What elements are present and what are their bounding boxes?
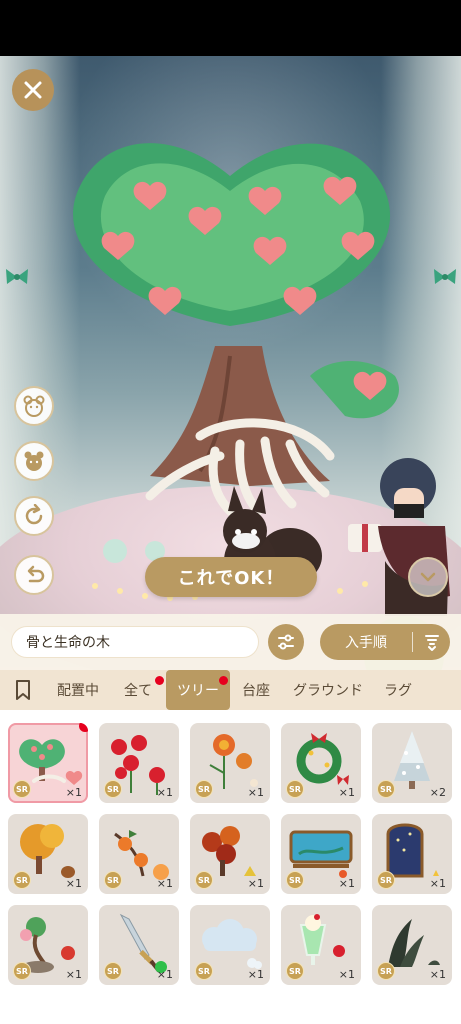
item-quantity: ×1 [247, 786, 264, 799]
tab-placed[interactable]: 配置中 [46, 670, 110, 710]
item-quantity: ×1 [338, 786, 355, 799]
rarity-badge: SR [13, 780, 31, 798]
item-card[interactable]: SR ×1 [281, 905, 361, 985]
rarity-badge: SR [377, 780, 395, 798]
item-card[interactable]: SR ×1 [372, 905, 452, 985]
tab-label: 全て [124, 683, 152, 699]
rarity-badge: SR [104, 962, 122, 980]
rarity-badge: SR [377, 871, 395, 889]
close-button[interactable] [12, 69, 54, 111]
filter-button[interactable] [268, 624, 304, 660]
close-icon [24, 81, 42, 99]
item-quantity: ×1 [156, 877, 173, 890]
confirm-button[interactable]: これでOK！ [145, 557, 317, 597]
item-quantity: ×1 [338, 877, 355, 890]
item-quantity: ×1 [247, 877, 264, 890]
item-card[interactable]: SR ×1 [281, 814, 361, 894]
item-quantity: ×1 [247, 968, 264, 981]
tab-label: ツリー [177, 683, 219, 699]
tab-rug[interactable]: ラグ [374, 670, 412, 710]
tab-label: ラグ [384, 683, 412, 699]
item-quantity: ×1 [65, 786, 82, 799]
rarity-badge: SR [104, 780, 122, 798]
item-card[interactable]: SR ×1 [99, 905, 179, 985]
new-badge [79, 723, 88, 732]
avatar-pose-button[interactable] [14, 386, 54, 426]
item-quantity: ×1 [156, 968, 173, 981]
rarity-badge: SR [13, 962, 31, 980]
item-quantity: ×1 [429, 877, 446, 890]
item-name-field[interactable]: 骨と生命の木 [11, 626, 259, 658]
item-card[interactable]: SR ×1 [190, 814, 270, 894]
item-card[interactable]: SR ×1 [372, 814, 452, 894]
item-card[interactable]: SR ×1 [190, 905, 270, 985]
pet-pose-button[interactable] [14, 441, 54, 481]
new-badge [219, 676, 228, 685]
undo-button[interactable] [14, 555, 54, 595]
item-quantity: ×1 [65, 877, 82, 890]
rarity-badge: SR [377, 962, 395, 980]
item-card[interactable]: SR ×1 [190, 723, 270, 803]
tab-label: 台座 [242, 683, 270, 699]
item-quantity: ×1 [338, 968, 355, 981]
category-tabs: 配置中 全て ツリー 台座 グラウンド ラグ [0, 670, 461, 710]
tab-tree[interactable]: ツリー [166, 670, 230, 710]
sliders-icon [278, 634, 294, 650]
sort-label: 入手順 [345, 635, 387, 651]
item-card[interactable]: SR ×1 [99, 814, 179, 894]
rarity-badge: SR [286, 871, 304, 889]
item-card[interactable]: SR ×1 [8, 905, 88, 985]
sort-direction-button[interactable] [413, 633, 450, 651]
tab-all[interactable]: 全て [110, 670, 166, 710]
status-bar [0, 0, 461, 56]
tab-label: グラウンド [293, 683, 363, 699]
item-quantity: ×2 [429, 786, 446, 799]
item-card[interactable]: SR ×1 [8, 723, 88, 803]
chevron-down-icon [420, 572, 436, 582]
item-quantity: ×1 [156, 786, 173, 799]
bookmark-icon [16, 680, 30, 700]
item-card[interactable]: SR ×1 [99, 723, 179, 803]
tab-pedestal[interactable]: 台座 [230, 670, 282, 710]
rarity-badge: SR [195, 780, 213, 798]
bear-face-icon [23, 395, 45, 417]
tab-bookmark[interactable] [0, 670, 46, 710]
room-scene[interactable]: これでOK！ [0, 56, 461, 670]
undo-icon [27, 565, 45, 583]
item-quantity: ×1 [429, 968, 446, 981]
rarity-badge: SR [104, 871, 122, 889]
sort-selector[interactable]: 入手順 [320, 624, 450, 660]
rotate-button[interactable] [14, 496, 54, 536]
item-grid: SR ×1 SR ×1 SR ×1 SR ×1 SR ×2 SR ×1 SR ×… [0, 710, 461, 1024]
rarity-badge: SR [195, 962, 213, 980]
new-badge [155, 676, 164, 685]
rarity-badge: SR [13, 871, 31, 889]
item-card[interactable]: SR ×2 [372, 723, 452, 803]
search-sort-bar: 骨と生命の木 入手順 [0, 614, 461, 670]
rarity-badge: SR [195, 871, 213, 889]
sort-descending-icon [424, 635, 439, 651]
item-card[interactable]: SR ×1 [8, 814, 88, 894]
tab-label: 配置中 [57, 683, 99, 699]
tab-ground[interactable]: グラウンド [282, 670, 374, 710]
toggle-hide-button[interactable] [408, 557, 448, 597]
rotate-icon [25, 504, 43, 525]
rarity-badge: SR [286, 780, 304, 798]
item-card[interactable]: SR ×1 [281, 723, 361, 803]
rarity-badge: SR [286, 962, 304, 980]
item-quantity: ×1 [65, 968, 82, 981]
bear-face-filled-icon [24, 451, 44, 471]
